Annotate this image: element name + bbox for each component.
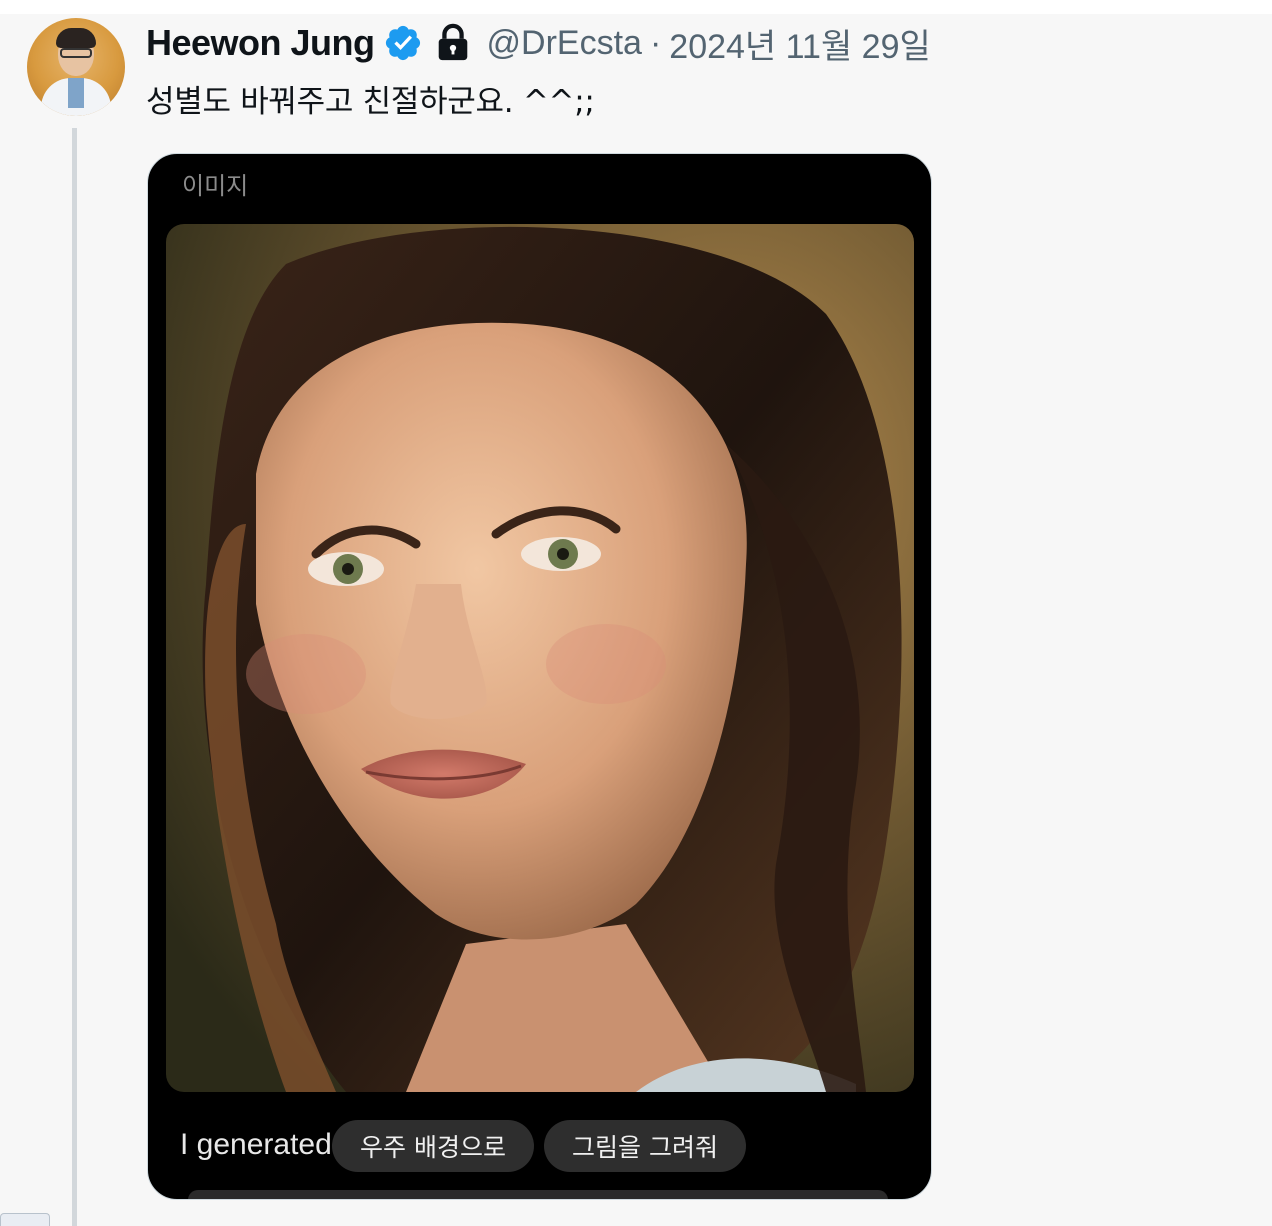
suggestion-chip-space-background[interactable]: 우주 배경으로 [332, 1120, 534, 1172]
tweet-date[interactable]: 2024년 11월 29일 [669, 19, 930, 68]
suggestion-chip-draw-picture[interactable]: 그림을 그려줘 [544, 1120, 746, 1172]
tweet-header: Heewon Jung @DrEcsta · 2024년 11월 29일 [146, 20, 931, 66]
media-card[interactable]: 이미지 I generated ortrait of 우주 배경으로 그림을 그… [147, 153, 932, 1200]
separator-dot: · [649, 23, 662, 62]
tweet-text: 성별도 바꿔주고 친절하군요. ^^;; [146, 84, 595, 120]
tweet-page: Heewon Jung @DrEcsta · 2024년 11월 29일 성별도… [0, 0, 1272, 1226]
corner-tab [0, 1213, 50, 1226]
lock-icon [435, 23, 471, 63]
author-display-name[interactable]: Heewon Jung [146, 22, 375, 64]
verified-badge-icon[interactable] [383, 23, 423, 63]
generated-portrait-image[interactable] [166, 224, 914, 1092]
thread-line [72, 128, 77, 1226]
author-avatar[interactable] [27, 18, 125, 116]
author-handle[interactable]: @DrEcsta [487, 24, 642, 63]
input-bar[interactable] [188, 1190, 888, 1199]
top-strip [0, 0, 1272, 14]
card-label: 이미지 [182, 172, 249, 200]
